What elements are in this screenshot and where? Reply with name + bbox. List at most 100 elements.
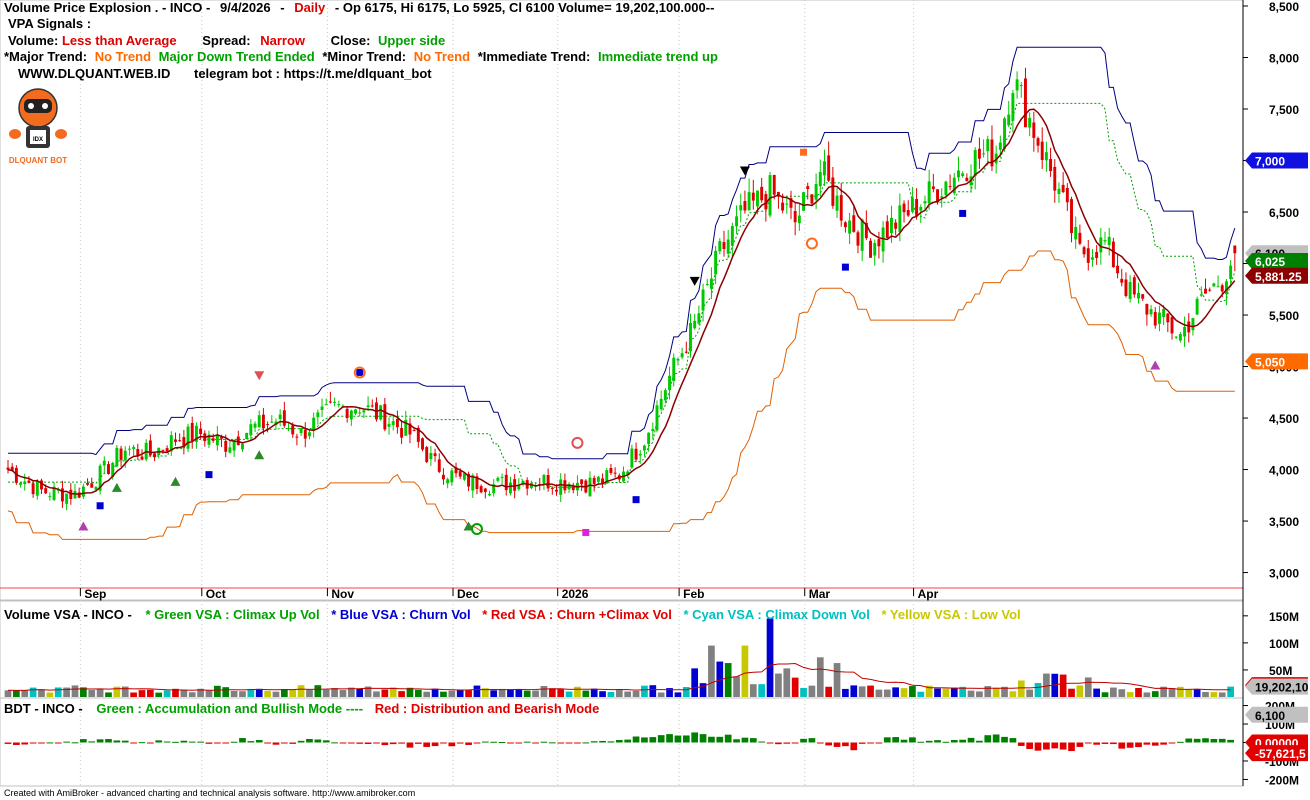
bdt-bar [1026,742,1033,749]
bdt-bar [414,742,422,744]
bdt-bar [1227,739,1234,743]
bdt-bar [766,742,774,744]
bdt-bar [163,741,171,743]
bdt-bar [557,742,565,744]
candle-body [508,482,512,494]
volume-bar [314,685,322,697]
volume-bar [800,687,807,697]
volume-bar [381,689,389,697]
volume-bar [1101,692,1109,697]
candle-body [814,183,818,200]
spread-value: Narrow [260,33,306,48]
bdt-bar [1193,738,1201,743]
bdt-bar [1110,742,1117,745]
bdt-bar [758,741,766,743]
candle-body [270,421,274,423]
candle-body [1220,285,1224,292]
volume-bar [322,689,330,697]
minor-trend-label: *Minor Trend: [322,49,407,64]
signal-square-icon [582,528,590,536]
bdt-bar [657,735,665,743]
volume-bar [883,689,891,697]
volume-bar [431,688,439,697]
volume-bar [1210,692,1218,697]
bdt-bar [490,741,498,743]
volume-bar [54,687,62,697]
candle-body [580,479,584,485]
bdt-bar [532,742,539,744]
candle-body [818,171,822,187]
volume-bar [1118,689,1126,697]
volume-bar [163,690,171,697]
volume-bar [557,689,565,697]
volume-label: Volume: [8,33,59,48]
candle-body [1049,159,1053,172]
bdt-bar [247,741,255,743]
candle-body [797,215,801,224]
major-trend-value-b: Major Down Trend Ended [158,49,315,64]
bdt-bar [13,742,20,745]
bdt-bar [398,742,405,744]
volume-bar [1151,691,1159,697]
candle-body [973,150,977,177]
volume-bar [540,686,548,697]
candle-body [927,181,931,203]
signal-triangle-up-icon [170,476,181,486]
candle-body [659,398,663,410]
candle-body [1187,321,1191,333]
candle-body [1095,251,1099,258]
candle-body [81,486,85,497]
bdt-bar [389,742,397,745]
candle-body [596,476,600,482]
candle-body [400,428,404,438]
header-line-3: Volume: Less than Average Spread: Narrow… [8,33,445,48]
candle-body [241,443,244,450]
volume-bar [264,690,271,697]
volume-bar [858,686,866,697]
bdt-bar [1059,742,1067,750]
volume-bar [867,685,874,697]
bdt-legend-green: Green : Accumulation and Bullish Mode --… [96,701,364,716]
candle-body [642,445,646,451]
bdt-bar [699,734,707,743]
volume-bar [816,657,824,697]
volume-bar [214,685,221,697]
volume-bar [984,686,992,697]
candle-body [362,410,366,413]
bdt-bar [314,739,322,743]
volume-bar [1227,686,1234,697]
volume-bar [1135,687,1142,697]
x-tick-label: 2026 [562,587,589,601]
volume-bar [239,691,246,697]
price-value-tag-label: 6,025 [1255,255,1285,269]
telegram-link[interactable]: telegram bot : https://t.me/dlquant_bot [194,66,432,81]
bdt-bar [1202,738,1209,743]
candle-body [885,221,889,238]
bdt-bar [1034,742,1042,751]
volume-bar [1059,674,1067,697]
candle-body [898,205,902,232]
candle-body [425,447,429,463]
candle-body [299,428,303,434]
signal-circle-icon [571,436,584,449]
bdt-bar [423,742,431,747]
signal-circle-icon [470,523,483,536]
signal-circle-icon [805,237,818,250]
candle-body [483,488,487,493]
volume-bar [825,686,833,697]
candle-body [743,201,747,211]
website-link[interactable]: WWW.DLQUANT.WEB.ID [18,66,170,81]
candle-body [684,351,688,353]
candle-body [354,409,357,414]
candle-body [27,480,31,483]
bdt-bar [29,742,37,744]
candle-body [998,142,1002,150]
bdt-bar [364,742,372,744]
volume-bar [749,684,757,697]
volume-bar [1126,692,1134,697]
volume-bar [624,691,632,697]
candle-body [546,475,550,489]
candle-body [555,489,558,492]
bdt-bar [900,739,908,743]
bdt-bar [373,742,380,744]
